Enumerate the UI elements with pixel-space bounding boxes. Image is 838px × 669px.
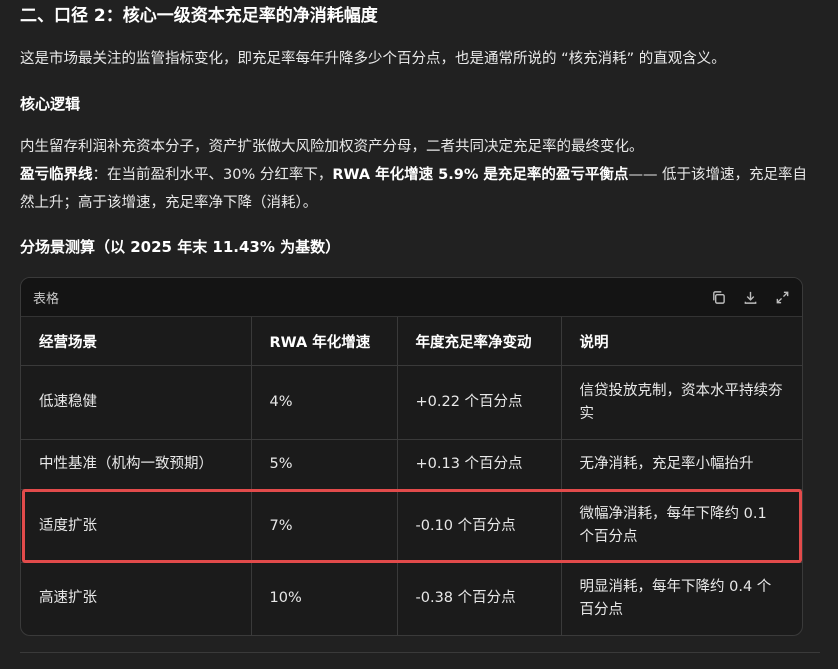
cell-ratio-change: -0.10 个百分点 [397,489,562,563]
breakeven-bold: RWA 年化增速 5.9% 是充足率的盈亏平衡点 [332,167,629,183]
cell-scenario: 低速稳健 [21,365,252,440]
logic-title: 核心逻辑 [20,95,81,113]
header-ratio-change: 年度充足率净变动 [397,317,562,366]
cell-scenario: 高速扩张 [21,562,252,635]
table-actions [710,289,790,305]
table-card-title: 表格 [33,291,60,307]
cell-rwa-growth: 10% [251,562,398,635]
breakeven-line: 盈亏临界线：在当前盈利水平、30% 分红率下，RWA 年化增速 5.9% 是充足… [20,161,820,217]
table-row: 低速稳健 4% +0.22 个百分点 信贷投放克制，资本水平持续夯实 [21,365,802,440]
cell-scenario: 中性基准（机构一致预期） [21,439,252,490]
cell-note: 明显消耗，每年下降约 0.4 个百分点 [579,578,772,618]
section-heading: 二、口径 2：核心一级资本充足率的净消耗幅度 [20,6,378,26]
header-rwa-growth: RWA 年化增速 [251,317,398,366]
cell-scenario: 适度扩张 [21,489,252,563]
cell-rwa-growth: 5% [251,439,398,490]
scenario-title: 分场景测算（以 2025 年末 11.43% 为基数） [20,238,341,256]
breakeven-label: 盈亏临界线 [20,167,93,183]
expand-icon[interactable] [774,289,790,305]
header-note: 说明 [561,317,802,366]
cell-rwa-growth: 7% [251,489,398,563]
logic-paragraph: 内生留存利润补充资本分子，资产扩张做大风险加权资产分母，二者共同决定充足率的最终… [20,133,820,217]
cell-ratio-change: -0.38 个百分点 [397,562,562,635]
cell-ratio-change: +0.22 个百分点 [397,365,562,440]
table-row: 中性基准（机构一致预期） 5% +0.13 个百分点 无净消耗，充足率小幅抬升 [21,439,802,490]
table-header-row: 经营场景 RWA 年化增速 年度充足率净变动 说明 [21,317,802,366]
cell-note: 信贷投放克制，资本水平持续夯实 [561,365,802,440]
logic-line: 内生留存利润补充资本分子，资产扩张做大风险加权资产分母，二者共同决定充足率的最终… [20,139,644,155]
cell-note: 微幅净消耗，每年下降约 0.1 个百分点 [561,489,802,563]
intro-paragraph: 这是市场最关注的监管指标变化，即充足率每年升降多少个百分点，也是通常所说的 “核… [20,51,726,67]
breakeven-text-a: ：在当前盈利水平、30% 分红率下， [92,167,333,183]
cell-note: 无净消耗，充足率小幅抬升 [561,439,802,490]
download-icon[interactable] [742,289,758,305]
scenario-table: 经营场景 RWA 年化增速 年度充足率净变动 说明 低速稳健 4% +0.22 … [21,317,802,635]
cell-ratio-change: +0.13 个百分点 [397,439,562,490]
divider [20,652,820,653]
table-row: 高速扩张 10% -0.38 个百分点 明显消耗，每年下降约 0.4 个百分点 [21,562,802,635]
copy-icon[interactable] [710,289,726,305]
cell-rwa-growth: 4% [251,365,398,440]
header-scenario: 经营场景 [21,317,252,366]
table-row-highlighted: 适度扩张 7% -0.10 个百分点 微幅净消耗，每年下降约 0.1 个百分点 [21,489,802,563]
table-card-header: 表格 [21,278,802,317]
table-card: 表格 经营场景 RWA 年化增速 年度充足率净变动 说明 低速稳健 4% +0.… [20,277,803,636]
page: 二、口径 2：核心一级资本充足率的净消耗幅度 这是市场最关注的监管指标变化，即充… [0,0,838,669]
